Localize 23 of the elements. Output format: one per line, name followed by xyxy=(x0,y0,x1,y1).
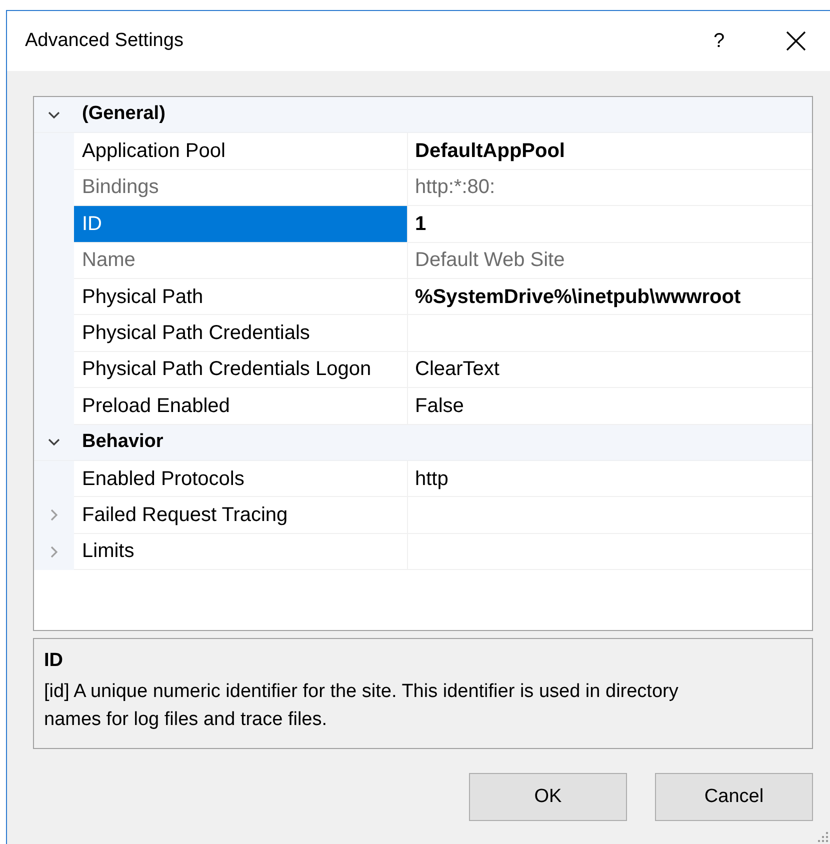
help-button[interactable]: ? xyxy=(704,26,734,56)
category-label[interactable]: (General) xyxy=(74,100,166,129)
property-name[interactable]: Enabled Protocols xyxy=(74,460,408,498)
window-title: Advanced Settings xyxy=(25,28,184,53)
chevron-right-icon[interactable] xyxy=(48,509,60,522)
empty-value-cell[interactable] xyxy=(408,534,812,570)
property-value[interactable]: ClearText xyxy=(408,352,812,388)
resize-grip-icon[interactable] xyxy=(818,832,828,842)
property-name[interactable]: Application Pool xyxy=(74,133,408,170)
chevron-right-icon[interactable] xyxy=(48,546,60,558)
property-name[interactable]: ID xyxy=(74,206,408,243)
property-name[interactable]: Physical Path Credentials Logon xyxy=(74,352,408,388)
close-icon[interactable] xyxy=(786,31,806,51)
property-name[interactable]: Failed Request Tracing xyxy=(74,497,408,534)
description-title: ID xyxy=(44,649,64,673)
chevron-down-icon[interactable] xyxy=(48,436,60,448)
category-label[interactable]: Behavior xyxy=(74,428,164,456)
dialog-button[interactable]: Cancel xyxy=(655,773,813,821)
description-text: [id] A unique numeric identifier for the site. This identifier is used in directory names for log files and trace files. xyxy=(44,680,680,732)
property-name[interactable]: Limits xyxy=(74,534,408,570)
property-name[interactable]: Physical Path Credentials xyxy=(74,315,408,352)
property-name[interactable]: Physical Path xyxy=(74,278,408,316)
dialog-button[interactable]: OK xyxy=(469,773,627,821)
